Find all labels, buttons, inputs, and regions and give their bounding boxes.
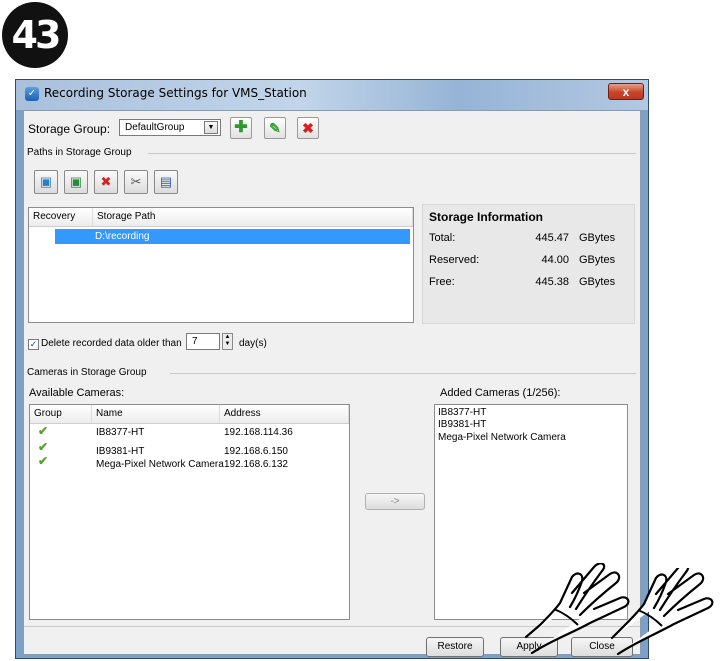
retention-days-value: 7 — [192, 336, 198, 347]
delete-group-button[interactable]: ✖ — [297, 117, 319, 139]
table-row[interactable]: D:\recording — [55, 229, 410, 244]
section-divider — [148, 153, 636, 154]
storage-info-panel: Storage Information Total: 445.47 GBytes… — [422, 204, 635, 324]
check-icon: ✔ — [38, 440, 49, 454]
remove-path-button[interactable]: ✖ — [94, 170, 118, 194]
free-label: Free: — [429, 276, 455, 288]
move-right-button[interactable]: -> — [365, 493, 425, 510]
tools-icon: ✂ — [130, 174, 142, 189]
cameras-table-header: Group Name Address — [30, 405, 349, 424]
plus-icon: ✚ — [234, 119, 248, 136]
storage-group-value: DefaultGroup — [125, 122, 185, 133]
delete-x-icon: ✖ — [302, 120, 314, 136]
window-title: Recording Storage Settings for VMS_Stati… — [44, 86, 307, 100]
table-row[interactable]: ✔ IB8377-HT 192.168.114.36 — [30, 424, 349, 440]
check-icon: ✔ — [38, 454, 49, 468]
column-address[interactable]: Address — [220, 405, 349, 423]
reserved-value: 44.00 — [541, 254, 569, 266]
add-path-icon: ▣ — [39, 174, 53, 189]
step-number-badge: 43 — [2, 2, 68, 68]
pointing-hand-icon — [610, 568, 714, 656]
camera-name: Mega-Pixel Network Camera — [96, 459, 224, 470]
free-value: 445.38 — [535, 276, 569, 288]
retention-days-spinner[interactable]: ▲ ▼ — [222, 333, 233, 350]
delete-old-data-checkbox[interactable]: ✓ — [28, 339, 39, 350]
pencil-icon: ✎ — [269, 120, 281, 136]
storage-group-select[interactable]: DefaultGroup ▼ — [119, 119, 221, 136]
paths-table: Recovery Storage Path D:\recording — [28, 207, 414, 323]
cameras-section-title: Cameras in Storage Group — [27, 367, 151, 378]
column-name[interactable]: Name — [92, 405, 220, 423]
available-cameras-table: Group Name Address ✔ IB8377-HT 192.168.1… — [29, 404, 350, 620]
chevron-down-icon[interactable]: ▼ — [204, 121, 218, 134]
camera-name: IB8377-HT — [96, 427, 145, 438]
total-label: Total: — [429, 232, 456, 244]
section-divider — [170, 373, 636, 374]
column-storage-path[interactable]: Storage Path — [93, 208, 413, 226]
total-unit: GBytes — [579, 232, 616, 244]
added-cameras-label: Added Cameras (1/256): — [440, 387, 561, 399]
paths-table-header: Recovery Storage Path — [29, 208, 413, 227]
camera-address: 192.168.114.36 — [224, 427, 293, 438]
total-value: 445.47 — [535, 232, 569, 244]
add-path-alt-button[interactable]: ▣ — [64, 170, 88, 194]
column-group[interactable]: Group — [30, 405, 92, 423]
table-row[interactable]: ✔ IB9381-HT 192.168.6.150 — [30, 440, 349, 457]
reserved-unit: GBytes — [579, 254, 616, 266]
check-icon: ✔ — [38, 424, 49, 438]
tools-button[interactable]: ✂ — [124, 170, 148, 194]
reserved-label: Reserved: — [429, 254, 480, 266]
available-cameras-label: Available Cameras: — [29, 387, 125, 399]
retention-unit-label: day(s) — [239, 338, 267, 349]
list-item[interactable]: Mega-Pixel Network Camera — [438, 432, 566, 443]
app-icon: ✓ — [25, 87, 39, 101]
add-path-button[interactable]: ▣ — [34, 170, 58, 194]
window-close-button[interactable]: x — [608, 83, 644, 100]
edit-group-button[interactable]: ✎ — [264, 117, 286, 139]
add-path-alt-icon: ▣ — [69, 174, 83, 189]
add-group-button[interactable]: ✚ — [230, 117, 252, 139]
list-item[interactable]: IB9381-HT — [438, 419, 486, 430]
save-path-icon: ▤ — [159, 174, 173, 189]
storage-info-title: Storage Information — [429, 210, 544, 224]
restore-button[interactable]: Restore — [426, 637, 484, 657]
delete-old-data-label: Delete recorded data older than — [41, 338, 182, 349]
column-recovery[interactable]: Recovery — [29, 208, 93, 226]
title-bar: ✓ Recording Storage Settings for VMS_Sta… — [16, 80, 648, 110]
save-path-button[interactable]: ▤ — [154, 170, 178, 194]
list-item[interactable]: IB8377-HT — [438, 407, 486, 418]
free-unit: GBytes — [579, 276, 616, 288]
table-row[interactable]: ✔ Mega-Pixel Network Camera 192.168.6.13… — [30, 454, 349, 471]
storage-path-cell: D:\recording — [95, 231, 150, 242]
remove-path-icon: ✖ — [100, 174, 112, 189]
paths-section-title: Paths in Storage Group — [27, 147, 136, 158]
camera-address: 192.168.6.132 — [224, 459, 288, 470]
retention-days-input[interactable]: 7 — [186, 333, 220, 350]
storage-group-label: Storage Group: — [28, 122, 111, 136]
